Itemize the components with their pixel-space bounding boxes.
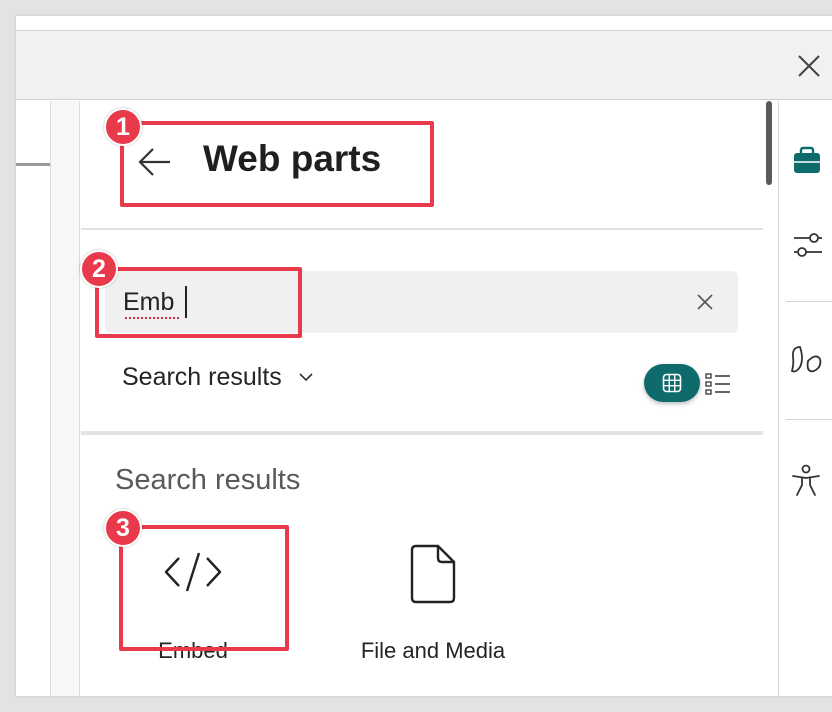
section-divider <box>81 431 763 435</box>
grid-icon <box>662 373 682 393</box>
list-view-icon[interactable] <box>705 372 731 396</box>
chevron-down-icon <box>299 373 313 382</box>
panel-scrollbar[interactable] <box>763 101 779 696</box>
canvas-edge <box>16 101 80 696</box>
grid-view-toggle[interactable] <box>644 364 700 402</box>
rail-divider <box>786 419 832 420</box>
file-and-media-label: File and Media <box>360 638 506 663</box>
annotation-badge-2: 2 <box>80 250 118 288</box>
annotation-box-2 <box>95 267 302 338</box>
clear-search-icon[interactable] <box>694 291 716 313</box>
sort-dropdown[interactable]: Search results <box>122 361 314 393</box>
annotation-badge-3: 3 <box>104 509 142 547</box>
annotation-badge-1: 1 <box>104 108 142 146</box>
design-ideas-icon[interactable] <box>788 343 824 379</box>
rail-divider <box>786 301 832 302</box>
scroll-thumb[interactable] <box>766 101 772 185</box>
right-rail <box>780 101 832 696</box>
toolbox-icon[interactable] <box>788 143 824 179</box>
canvas-divider <box>16 163 50 166</box>
annotation-box-3 <box>119 525 289 651</box>
file-and-media-tile[interactable]: File and Media <box>333 532 533 663</box>
document-icon <box>333 544 533 614</box>
close-icon[interactable] <box>794 51 824 81</box>
top-bar <box>16 30 832 100</box>
results-heading: Search results <box>115 464 301 496</box>
accessibility-icon[interactable] <box>788 463 824 499</box>
annotation-box-1 <box>120 121 434 207</box>
panel-gutter <box>50 101 80 696</box>
sort-dropdown-label: Search results <box>122 362 282 391</box>
sliders-icon[interactable] <box>788 227 824 263</box>
